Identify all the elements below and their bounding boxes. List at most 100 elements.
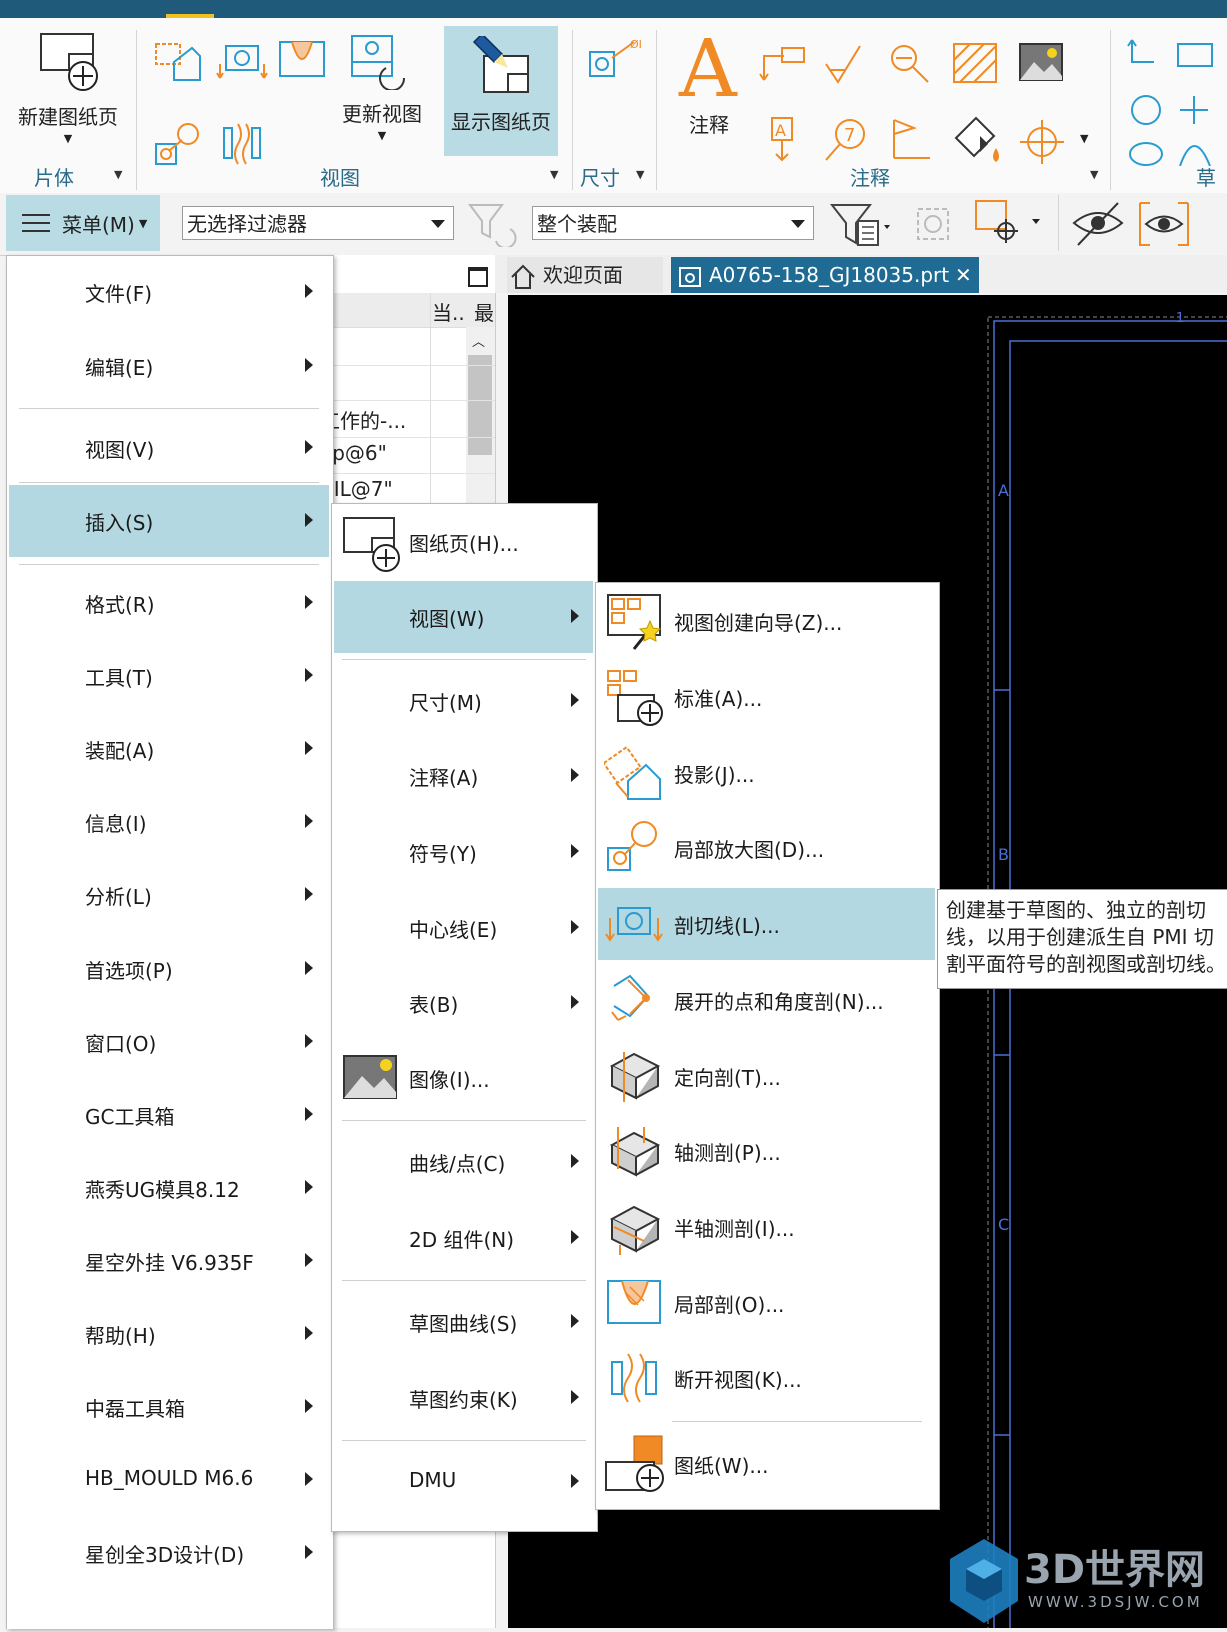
view-menu-item[interactable]: 定向剖(T)... (598, 1040, 935, 1112)
group-expand-icon[interactable]: ▼ (550, 168, 558, 181)
break-view-icon[interactable] (216, 118, 268, 170)
main-menu-item[interactable]: 帮助(H) (9, 1298, 329, 1370)
main-menu-item[interactable]: 插入(S) (9, 485, 329, 557)
view-menu-item[interactable]: 半轴测剖(I)... (598, 1191, 935, 1263)
selection-filter-dropdown[interactable]: 无选择过滤器 (182, 206, 454, 240)
view-menu-item-label: 标准(A)... (674, 687, 763, 711)
main-menu-item-label: 燕秀UG模具8.12 (85, 1178, 240, 1202)
snap-point-icon[interactable] (910, 201, 960, 247)
main-menu-item[interactable]: 文件(F) (9, 256, 329, 328)
reset-filter-icon[interactable] (466, 199, 518, 247)
show-eye-icon[interactable] (1136, 199, 1192, 249)
main-menu-item[interactable]: 星空外挂 V6.935F (9, 1225, 329, 1297)
insert-menu-item[interactable]: 视图(W) (334, 581, 593, 653)
view-menu-item[interactable]: 展开的点和角度剖(N)... (598, 964, 935, 1036)
group-label-annotation: 注释 (850, 166, 890, 190)
insert-menu-item-label: 2D 组件(N) (409, 1228, 515, 1252)
insert-menu-item[interactable]: 草图曲线(S) (334, 1286, 593, 1358)
break-out-section-icon[interactable] (276, 34, 328, 86)
insert-menu-item[interactable]: 尺寸(M) (334, 665, 593, 737)
dropdown-caret-icon[interactable]: ▼ (1080, 132, 1088, 145)
view-menu-item[interactable]: 断开视图(K)... (598, 1342, 935, 1414)
view-menu-item[interactable]: 投影(J)... (598, 737, 935, 809)
show-sheet-button[interactable]: 显示图纸页 (444, 26, 558, 156)
main-menu-item[interactable]: 装配(A) (9, 713, 329, 785)
main-menu-item[interactable]: 编辑(E) (9, 330, 329, 402)
column-latest[interactable]: 最 (474, 297, 494, 326)
new-sheet-button[interactable]: 新建图纸页 ▼ (8, 30, 128, 145)
close-tab-icon[interactable]: ✕ (955, 257, 972, 293)
section-view-icon[interactable] (216, 34, 268, 86)
update-view-button[interactable]: 更新视图 ▼ (336, 98, 428, 142)
insert-menu-item[interactable]: 图像(I)... (334, 1042, 593, 1114)
main-menu-item[interactable]: 格式(R) (9, 567, 329, 639)
image-icon[interactable] (1016, 40, 1066, 86)
group-expand-icon[interactable]: ▼ (636, 168, 644, 181)
main-menu-item[interactable]: 窗口(O) (9, 1006, 329, 1078)
feature-control-frame-icon[interactable] (758, 40, 808, 86)
datum-target-icon[interactable]: A (760, 114, 806, 164)
insert-menu-item[interactable]: 表(B) (334, 967, 593, 1039)
view-menu-item[interactable]: 局部剖(O)... (598, 1267, 935, 1339)
target-point-icon[interactable] (1020, 118, 1070, 168)
detail-view-icon[interactable] (152, 118, 204, 170)
maximize-panel-icon[interactable] (468, 267, 488, 287)
view-menu-item[interactable]: 图纸(W)... (598, 1428, 935, 1500)
insert-menu-item[interactable]: 中心线(E) (334, 892, 593, 964)
update-view-icon[interactable] (346, 32, 408, 90)
view-menu-item[interactable]: 局部放大图(D)... (598, 812, 935, 884)
hide-eye-icon[interactable] (1070, 197, 1126, 251)
main-menu-item[interactable]: 星创全3D设计(D) (9, 1517, 329, 1589)
main-menu-item[interactable]: 分析(L) (9, 859, 329, 931)
menu-button-label: 菜单(M) (62, 212, 135, 237)
main-menu-item-label: 中磊工具箱 (85, 1397, 185, 1421)
menu-button[interactable]: 菜单(M) ▼ (6, 195, 160, 251)
scroll-up-icon[interactable]: ︿ (472, 331, 485, 350)
tab-welcome[interactable]: 欢迎页面 (507, 257, 663, 293)
view-menu-item[interactable]: 视图创建向导(Z)... (598, 585, 935, 657)
group-expand-icon[interactable]: ▼ (1090, 168, 1098, 181)
dropdown-caret-icon[interactable]: ▼ (336, 129, 428, 142)
main-menu-item[interactable]: 视图(V) (9, 412, 329, 484)
main-menu-item[interactable]: GC工具箱 (9, 1079, 329, 1151)
scrollbar-thumb[interactable] (468, 355, 492, 455)
weld-symbol-icon[interactable] (884, 114, 934, 164)
select-snap-icon[interactable] (970, 197, 1046, 251)
annotation-button[interactable]: A 注释 (666, 22, 752, 138)
insert-menu-item[interactable]: 图纸页(H)... (334, 506, 593, 578)
assembly-scope-dropdown[interactable]: 整个装配 (532, 206, 814, 240)
annotation-a-icon: A (678, 22, 738, 115)
main-menu-item[interactable]: HB_MOULD M6.6 (9, 1444, 329, 1516)
dropdown-arrow-icon (791, 220, 805, 228)
tab-document[interactable]: A0765-158_GJ18035.prt ✕ (671, 257, 979, 293)
view-menu-item[interactable]: 标准(A)... (598, 661, 935, 733)
zoom-icon[interactable] (884, 40, 934, 86)
insert-menu-item[interactable]: DMU (334, 1446, 593, 1518)
main-menu-item[interactable]: 工具(T) (9, 640, 329, 712)
submenu-arrow-icon (571, 1154, 579, 1168)
rapid-dimension-icon[interactable]: ØI (586, 36, 646, 86)
type-filter-icon[interactable] (828, 199, 894, 249)
main-menu-item[interactable]: 信息(I) (9, 786, 329, 858)
projected-view-icon[interactable] (152, 34, 204, 86)
main-menu-item-label: 星创全3D设计(D) (85, 1543, 245, 1567)
watermark-url: WWW.3DSJW.COM (1028, 1593, 1203, 1611)
column-current[interactable]: 当.. (432, 297, 465, 326)
fill-area-icon[interactable] (950, 114, 1004, 168)
view-menu-item[interactable]: 轴测剖(P)... (598, 1115, 935, 1187)
insert-menu-item[interactable]: 符号(Y) (334, 816, 593, 888)
group-expand-icon[interactable]: ▼ (114, 168, 122, 181)
balloon-icon[interactable]: 7 (820, 114, 870, 164)
main-menu-item[interactable]: 中磊工具箱 (9, 1371, 329, 1443)
dropdown-caret-icon[interactable]: ▼ (8, 132, 128, 145)
insert-menu-item[interactable]: 曲线/点(C) (334, 1126, 593, 1198)
main-menu-item[interactable]: 首选项(P) (9, 933, 329, 1005)
insert-menu-item[interactable]: 注释(A) (334, 740, 593, 812)
insert-menu-item[interactable]: 2D 组件(N) (334, 1202, 593, 1274)
hatch-icon[interactable] (950, 40, 1000, 86)
surface-finish-icon[interactable] (820, 40, 870, 86)
view-menu-item[interactable]: 剖切线(L)... (598, 888, 935, 960)
insert-menu-item[interactable]: 草图约束(K) (334, 1362, 593, 1434)
main-menu-item[interactable]: 燕秀UG模具8.12 (9, 1152, 329, 1224)
sketch-tools-icon[interactable] (1126, 36, 1227, 166)
